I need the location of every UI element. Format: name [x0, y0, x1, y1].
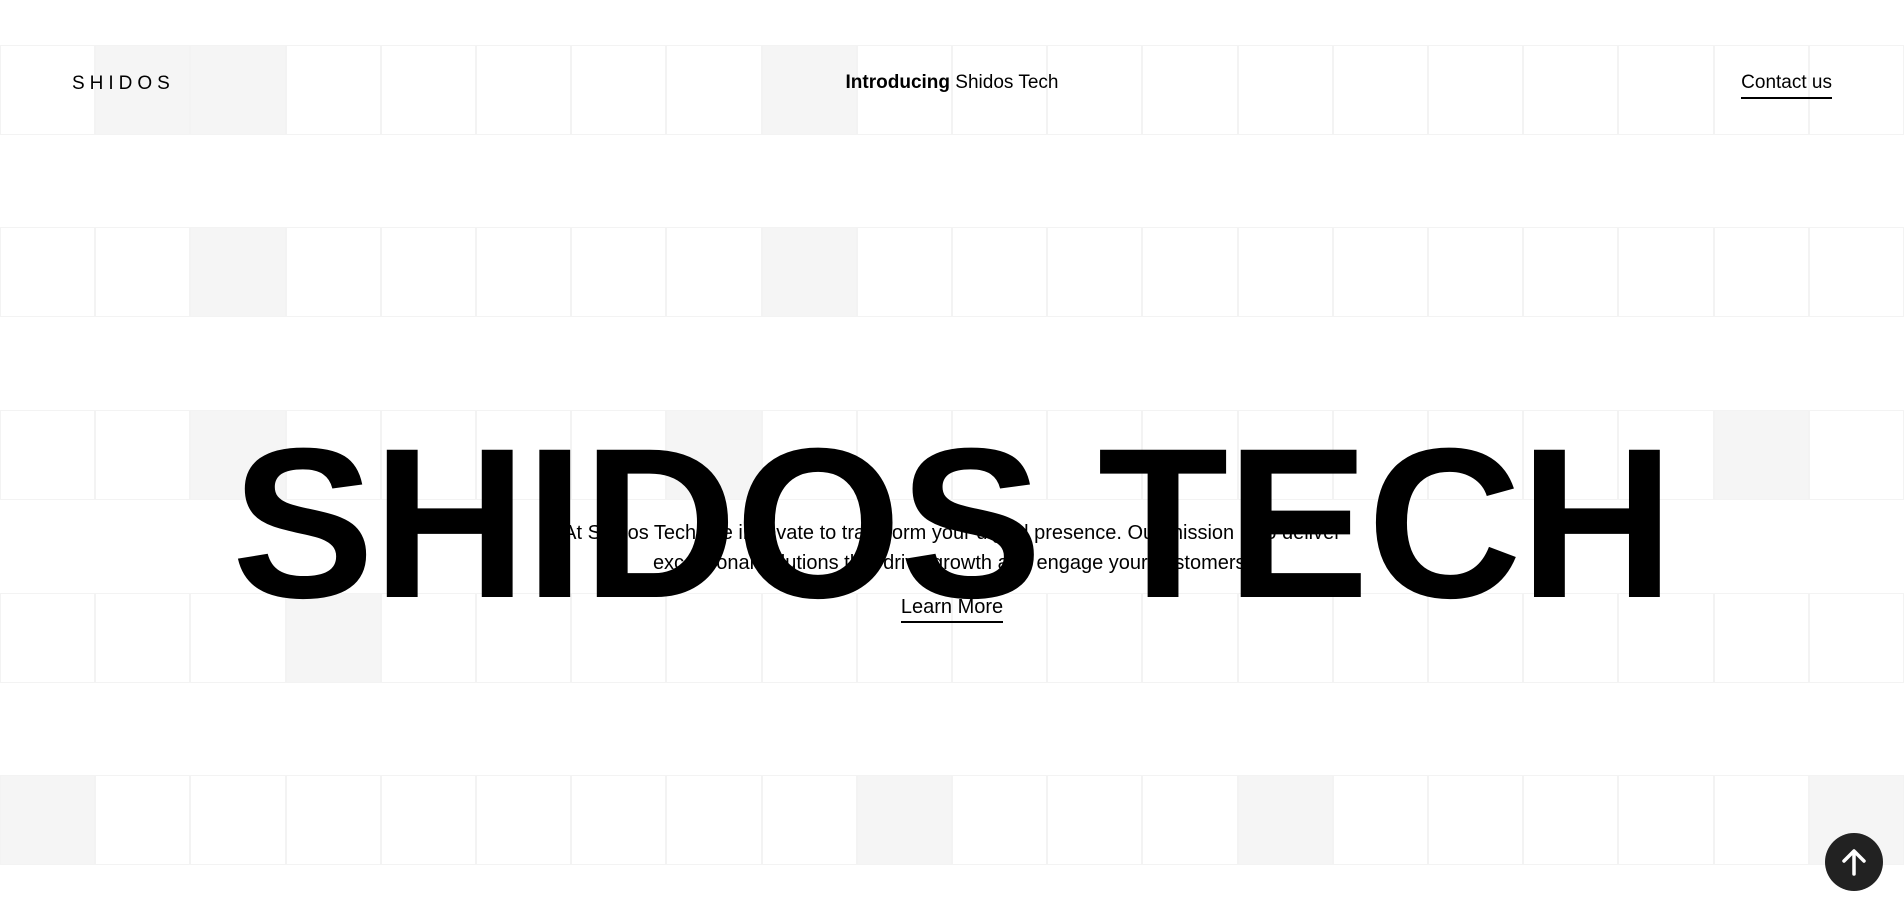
- header-intro: Introducing Shidos Tech: [0, 72, 1904, 94]
- site-header: SHIDOS Introducing Shidos Tech Contact u…: [0, 0, 1904, 165]
- grid-cell: [666, 775, 762, 865]
- grid-cell: [1523, 227, 1619, 317]
- grid-cell: [190, 227, 286, 317]
- grid-cell: [95, 775, 191, 865]
- grid-cell: [1713, 227, 1809, 317]
- grid-cell: [0, 227, 96, 317]
- grid-cell: [285, 227, 381, 317]
- grid-cell: [856, 775, 952, 865]
- grid-cell: [761, 775, 857, 865]
- grid-cell: [190, 775, 286, 865]
- grid-cell: [1523, 775, 1619, 865]
- page: SHIDOS Introducing Shidos Tech Contact u…: [0, 0, 1904, 909]
- grid-cell: [1618, 775, 1714, 865]
- contact-us-link[interactable]: Contact us: [1741, 72, 1832, 99]
- arrow-up-icon: [1842, 849, 1866, 876]
- grid-cell: [1332, 227, 1428, 317]
- hero-description: At Shidos Tech, we innovate to transform…: [563, 522, 1341, 574]
- grid-cell: [476, 227, 572, 317]
- intro-bold-text: Introducing: [845, 72, 951, 93]
- grid-cell: [285, 775, 381, 865]
- grid-cell: [95, 227, 191, 317]
- grid-cell: [761, 227, 857, 317]
- grid-cell: [380, 775, 476, 865]
- grid-cell: [380, 227, 476, 317]
- grid-cell: [1047, 227, 1143, 317]
- grid-cell: [1142, 775, 1238, 865]
- intro-text: Shidos Tech: [950, 72, 1059, 93]
- grid-cell: [952, 775, 1048, 865]
- grid-cell: [1237, 775, 1333, 865]
- grid-cell: [1428, 227, 1524, 317]
- grid-cell: [1237, 227, 1333, 317]
- grid-cell: [1047, 775, 1143, 865]
- grid-cell: [476, 775, 572, 865]
- learn-more-link[interactable]: Learn More: [900, 596, 1004, 623]
- grid-cell: [1713, 775, 1809, 865]
- grid-cell: [571, 775, 667, 865]
- grid-cell: [1332, 775, 1428, 865]
- learn-more-wrapper: Learn More: [0, 596, 1904, 623]
- grid-cell: [666, 227, 762, 317]
- grid-cell: [1428, 775, 1524, 865]
- grid-cell: [571, 227, 667, 317]
- scroll-to-top-button[interactable]: [1825, 833, 1883, 891]
- grid-cell: [952, 227, 1048, 317]
- grid-cell: [1142, 227, 1238, 317]
- grid-cell: [1808, 227, 1904, 317]
- grid-cell: [0, 775, 96, 865]
- grid-cell: [1618, 227, 1714, 317]
- grid-cell: [856, 227, 952, 317]
